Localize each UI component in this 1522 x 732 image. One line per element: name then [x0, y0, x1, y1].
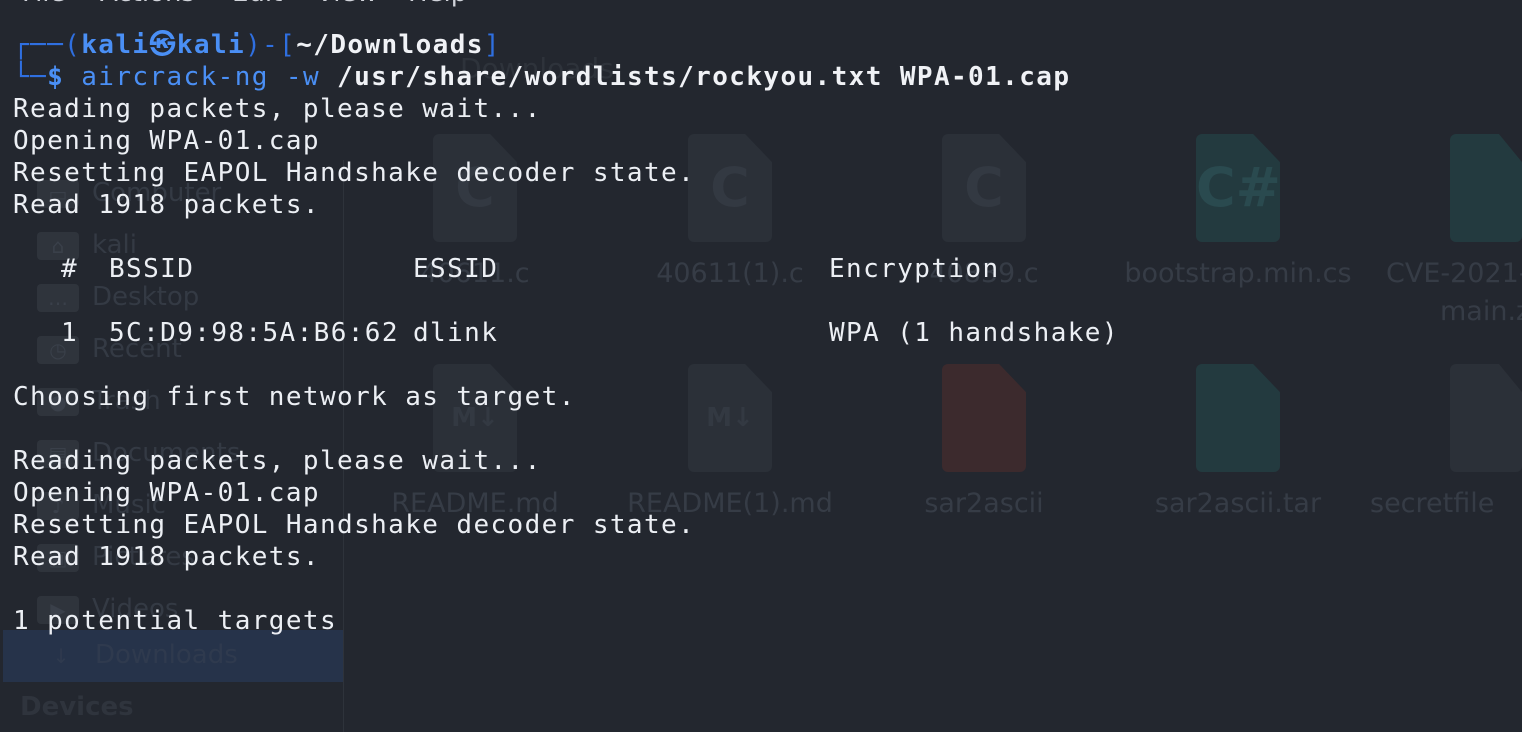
- kali-at-icon: ㉿: [149, 30, 177, 60]
- table-cell-essid: dlink: [413, 318, 499, 348]
- output-line: Read 1918 packets.: [13, 542, 320, 572]
- output-line: 1 potential targets: [13, 606, 338, 636]
- output-line: Opening WPA-01.cap: [13, 126, 320, 156]
- command-line: └─$ aircrack-ng -w /usr/share/wordlists/…: [13, 61, 1070, 93]
- prompt-host: kali: [176, 30, 246, 60]
- prompt-line: ┌──(kali㉿kali)-[~/Downloads]: [13, 29, 501, 61]
- prompt-frame-open: ┌──(: [13, 30, 82, 60]
- prompt-user: kali: [81, 30, 150, 60]
- output-line: Resetting EAPOL Handshake decoder state.: [13, 510, 696, 540]
- table-cell-bssid: 5C:D9:98:5A:B6:62: [109, 318, 399, 348]
- output-line: Reading packets, please wait...: [13, 446, 542, 476]
- table-header-essid: ESSID: [413, 254, 499, 284]
- output-line: Read 1918 packets.: [13, 190, 320, 220]
- table-header-bssid: BSSID: [109, 254, 195, 284]
- prompt-frame-second: └─: [13, 62, 48, 92]
- table-header-num: #: [61, 254, 79, 284]
- prompt-dollar: $: [47, 62, 65, 92]
- output-line: Reading packets, please wait...: [13, 94, 542, 124]
- prompt-directory: ~/Downloads: [296, 30, 484, 60]
- terminal-output[interactable]: ┌──(kali㉿kali)-[~/Downloads] └─$ aircrac…: [0, 0, 1522, 732]
- prompt-frame-mid: )-[: [245, 30, 297, 60]
- command-wordlist-arg: /usr/share/wordlists/rockyou.txt: [337, 62, 883, 92]
- prompt-frame-close: ]: [483, 30, 501, 60]
- table-cell-num: 1: [61, 318, 79, 348]
- table-cell-encryption: WPA (1 handshake): [829, 318, 1119, 348]
- command-flag: -w: [285, 62, 320, 92]
- output-line: Resetting EAPOL Handshake decoder state.: [13, 158, 696, 188]
- command-capture-arg: WPA-01.cap: [899, 62, 1071, 92]
- table-header-encryption: Encryption: [829, 254, 1000, 284]
- output-line: Opening WPA-01.cap: [13, 478, 320, 508]
- command-program: aircrack-ng: [81, 62, 269, 92]
- output-line: Choosing first network as target.: [13, 382, 576, 412]
